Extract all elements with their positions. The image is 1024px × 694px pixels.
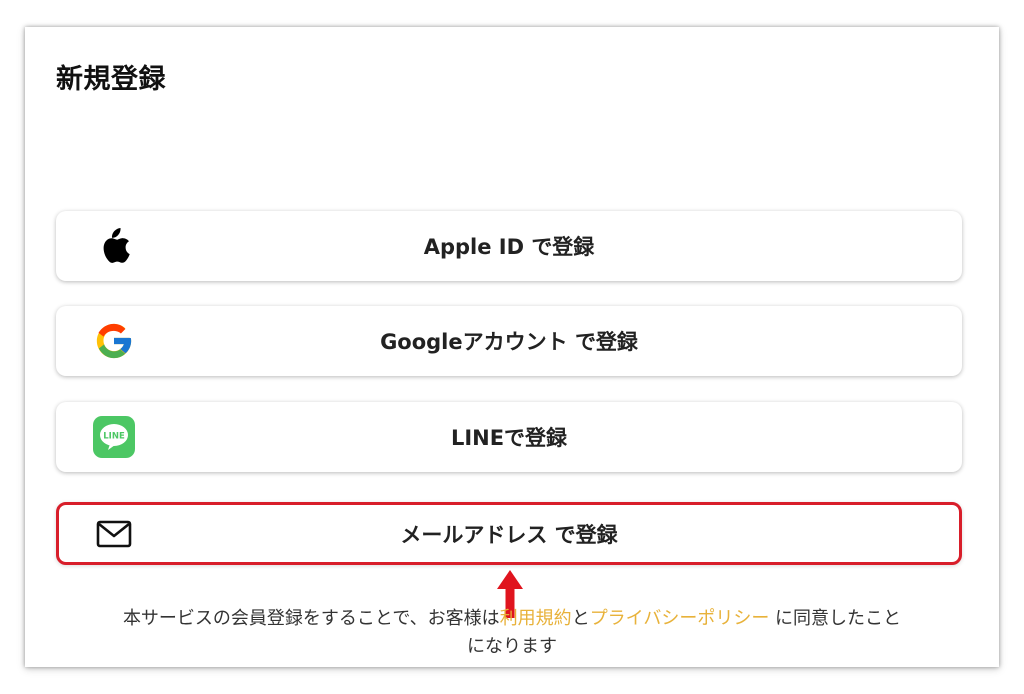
page-title: 新規登録	[56, 64, 166, 95]
terms-prefix: 本サービスの会員登録をすることで、お客様は	[122, 608, 500, 629]
signup-card: 新規登録 Apple ID で登録 Googleアカウント で登録 LINE L…	[25, 27, 999, 667]
apple-signup-label: Apple ID で登録	[423, 235, 595, 259]
terms-suffix-line2: になります	[467, 636, 557, 657]
google-signup-button[interactable]: Googleアカウント で登録	[56, 306, 962, 376]
line-signup-label: LINEで登録	[450, 426, 568, 450]
google-signup-label: Googleアカウント で登録	[380, 330, 638, 354]
terms-connector: と	[571, 608, 590, 629]
privacy-policy-link[interactable]: プライバシーポリシー	[590, 608, 770, 629]
screen: 新規登録 Apple ID で登録 Googleアカウント で登録 LINE L…	[0, 0, 1024, 694]
line-signup-button[interactable]: LINE LINEで登録	[56, 402, 962, 472]
email-signup-button[interactable]: メールアドレス で登録	[56, 502, 962, 565]
terms-suffix-line1: に同意したこと	[769, 608, 902, 629]
apple-signup-button[interactable]: Apple ID で登録	[56, 211, 962, 281]
terms-of-service-link[interactable]: 利用規約	[500, 608, 572, 629]
terms-notice: 本サービスの会員登録をすることで、お客様は利用規約とプライバシーポリシー に同意…	[25, 605, 999, 661]
email-signup-label: メールアドレス で登録	[400, 522, 618, 547]
